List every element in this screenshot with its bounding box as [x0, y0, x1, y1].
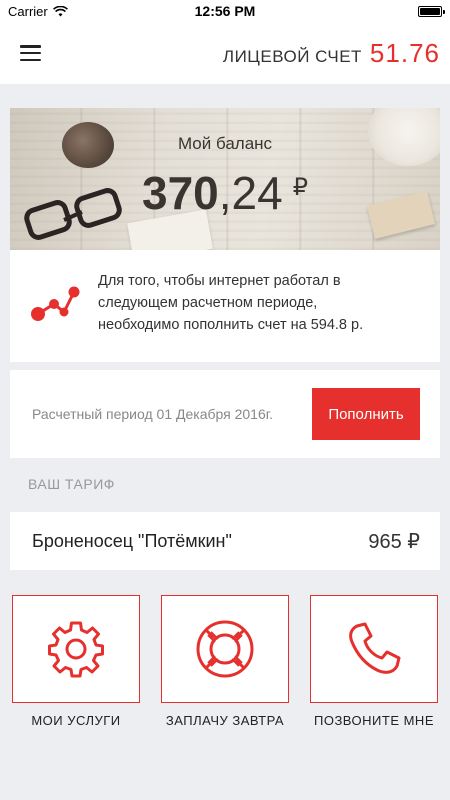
call-me-button[interactable]: ПОЗВОНИТЕ МНЕ — [310, 595, 438, 728]
notice-text: Для того, чтобы интернет работал в следу… — [98, 270, 363, 336]
call-me-label: ПОЗВОНИТЕ МНЕ — [313, 713, 434, 728]
carrier-label: Carrier — [8, 3, 48, 19]
pay-tomorrow-tile[interactable] — [161, 595, 289, 703]
account-summary: ЛИЦЕВОЙ СЧЕТ 51.76 — [223, 38, 440, 69]
my-services-label: МОИ УСЛУГИ — [31, 713, 121, 728]
my-services-tile[interactable] — [12, 595, 140, 703]
quick-actions: МОИ УСЛУГИ ЗАПЛАЧУ ЗАВТРА ПОЗВОНИТЕ МНЕ — [12, 595, 438, 728]
notice-line-3: необходимо пополнить счет на 594.8 р. — [98, 317, 364, 333]
gear-icon — [48, 621, 104, 678]
tariff-section-header: ВАШ ТАРИФ — [28, 476, 115, 492]
balance-decimal: ,24 — [218, 167, 283, 219]
notice-line-2: следующем расчетном периоде, — [98, 295, 318, 311]
carrier-info: Carrier — [8, 4, 68, 19]
hamburger-menu-icon[interactable] — [20, 45, 41, 61]
tariff-price: 965 ₽ — [368, 530, 420, 553]
balance-hero: Мой баланс 370,24 ₽ — [10, 108, 440, 250]
balance-title: Мой баланс — [177, 134, 273, 153]
status-bar: Carrier 12:56 PM — [0, 0, 450, 22]
pay-tomorrow-button[interactable]: ЗАПЛАЧУ ЗАВТРА — [161, 595, 289, 728]
balance-card: Мой баланс 370,24 ₽ Для того, чтобы интер… — [10, 108, 440, 362]
tariff-card[interactable]: Броненосец "Потёмкин" 965 ₽ — [10, 512, 440, 570]
notice-line-1: Для того, чтобы интернет работал в — [98, 273, 341, 289]
account-number: 51.76 — [369, 37, 440, 68]
call-me-tile[interactable] — [310, 595, 438, 703]
phone-icon — [349, 622, 401, 674]
lifebuoy-icon — [196, 620, 254, 678]
balance-amount: 370,24 ₽ — [10, 166, 440, 220]
account-label: ЛИЦЕВОЙ СЧЕТ — [222, 46, 362, 66]
payment-notice: Для того, чтобы интернет работал в следу… — [10, 250, 440, 336]
battery-icon — [418, 5, 445, 17]
billing-period-card: Расчетный период 01 Декабря 2016г. Попол… — [10, 370, 440, 458]
my-services-button[interactable]: МОИ УСЛУГИ — [12, 595, 140, 728]
billing-period-text: Расчетный период 01 Декабря 2016г. — [32, 406, 274, 422]
battery-area — [418, 5, 445, 17]
molecule-icon — [31, 286, 80, 321]
balance-integer: 370 — [142, 167, 219, 219]
top-up-button[interactable]: Пополнить — [312, 388, 420, 440]
balance-currency: ₽ — [292, 174, 308, 201]
pay-tomorrow-label: ЗАПЛАЧУ ЗАВТРА — [165, 713, 285, 728]
wifi-icon — [52, 5, 68, 16]
tariff-name: Броненосец "Потёмкин" — [32, 530, 232, 551]
app-header: ЛИЦЕВОЙ СЧЕТ 51.76 — [0, 22, 450, 84]
